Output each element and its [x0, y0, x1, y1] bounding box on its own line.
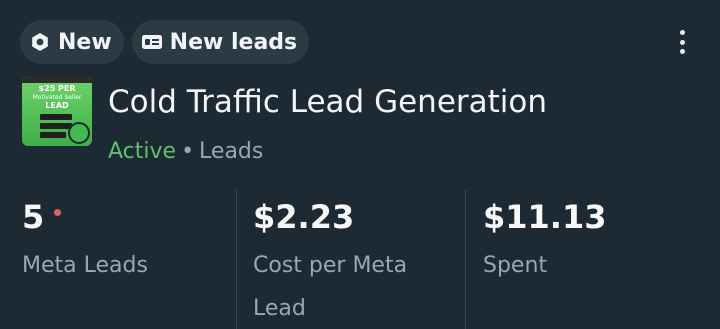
meta-leads-label: Meta Leads [22, 253, 148, 278]
new-chip[interactable]: New [20, 20, 124, 64]
thumbnail-line-3: LEAD [45, 101, 69, 110]
status-dot-icon [68, 122, 90, 144]
metric-value: $2.23 [253, 198, 465, 236]
meta-leads-value: 5 [22, 198, 45, 236]
thumbnail-bar [40, 123, 72, 129]
metric-spent[interactable]: $11.13 Spent [465, 190, 715, 329]
campaign-title[interactable]: Cold Traffic Lead Generation [108, 84, 547, 120]
thumbnail-bar [40, 132, 66, 138]
new-leads-chip[interactable]: New leads [131, 20, 310, 64]
campaign-type: Leads [199, 139, 264, 164]
thumbnail-line-1: $25 PER [38, 84, 76, 93]
chip-row: New New leads [20, 20, 310, 64]
new-leads-chip-label: New leads [169, 29, 298, 55]
metric-value: 5 [22, 198, 234, 236]
status-separator: • [181, 139, 195, 164]
spent-label: Spent [483, 253, 548, 278]
thumbnail-line-2: Motivated Seller [32, 94, 82, 101]
alert-dot-icon [54, 208, 62, 216]
thumbnail-bar [40, 114, 72, 120]
campaign-card[interactable]: New New leads $25 PER Motivated Seller L… [0, 0, 720, 329]
metric-cost-per-lead[interactable]: $2.23 Cost per Meta Lead [236, 190, 465, 329]
new-chip-label: New [58, 29, 112, 55]
campaign-status-line: Active • Leads [108, 139, 263, 164]
cost-per-lead-value: $2.23 [253, 198, 355, 236]
metric-meta-leads[interactable]: 5 Meta Leads [22, 190, 234, 329]
more-vertical-icon[interactable] [670, 26, 694, 58]
status-active: Active [108, 139, 177, 164]
gear-badge-icon [29, 31, 51, 53]
spent-value: $11.13 [483, 198, 607, 236]
metric-value: $11.13 [483, 198, 715, 236]
cost-per-lead-label: Cost per Meta Lead [253, 253, 408, 321]
thumbnail-top-strip [22, 76, 92, 83]
id-card-icon [141, 31, 163, 53]
ad-thumbnail[interactable]: $25 PER Motivated Seller LEAD [22, 76, 92, 146]
